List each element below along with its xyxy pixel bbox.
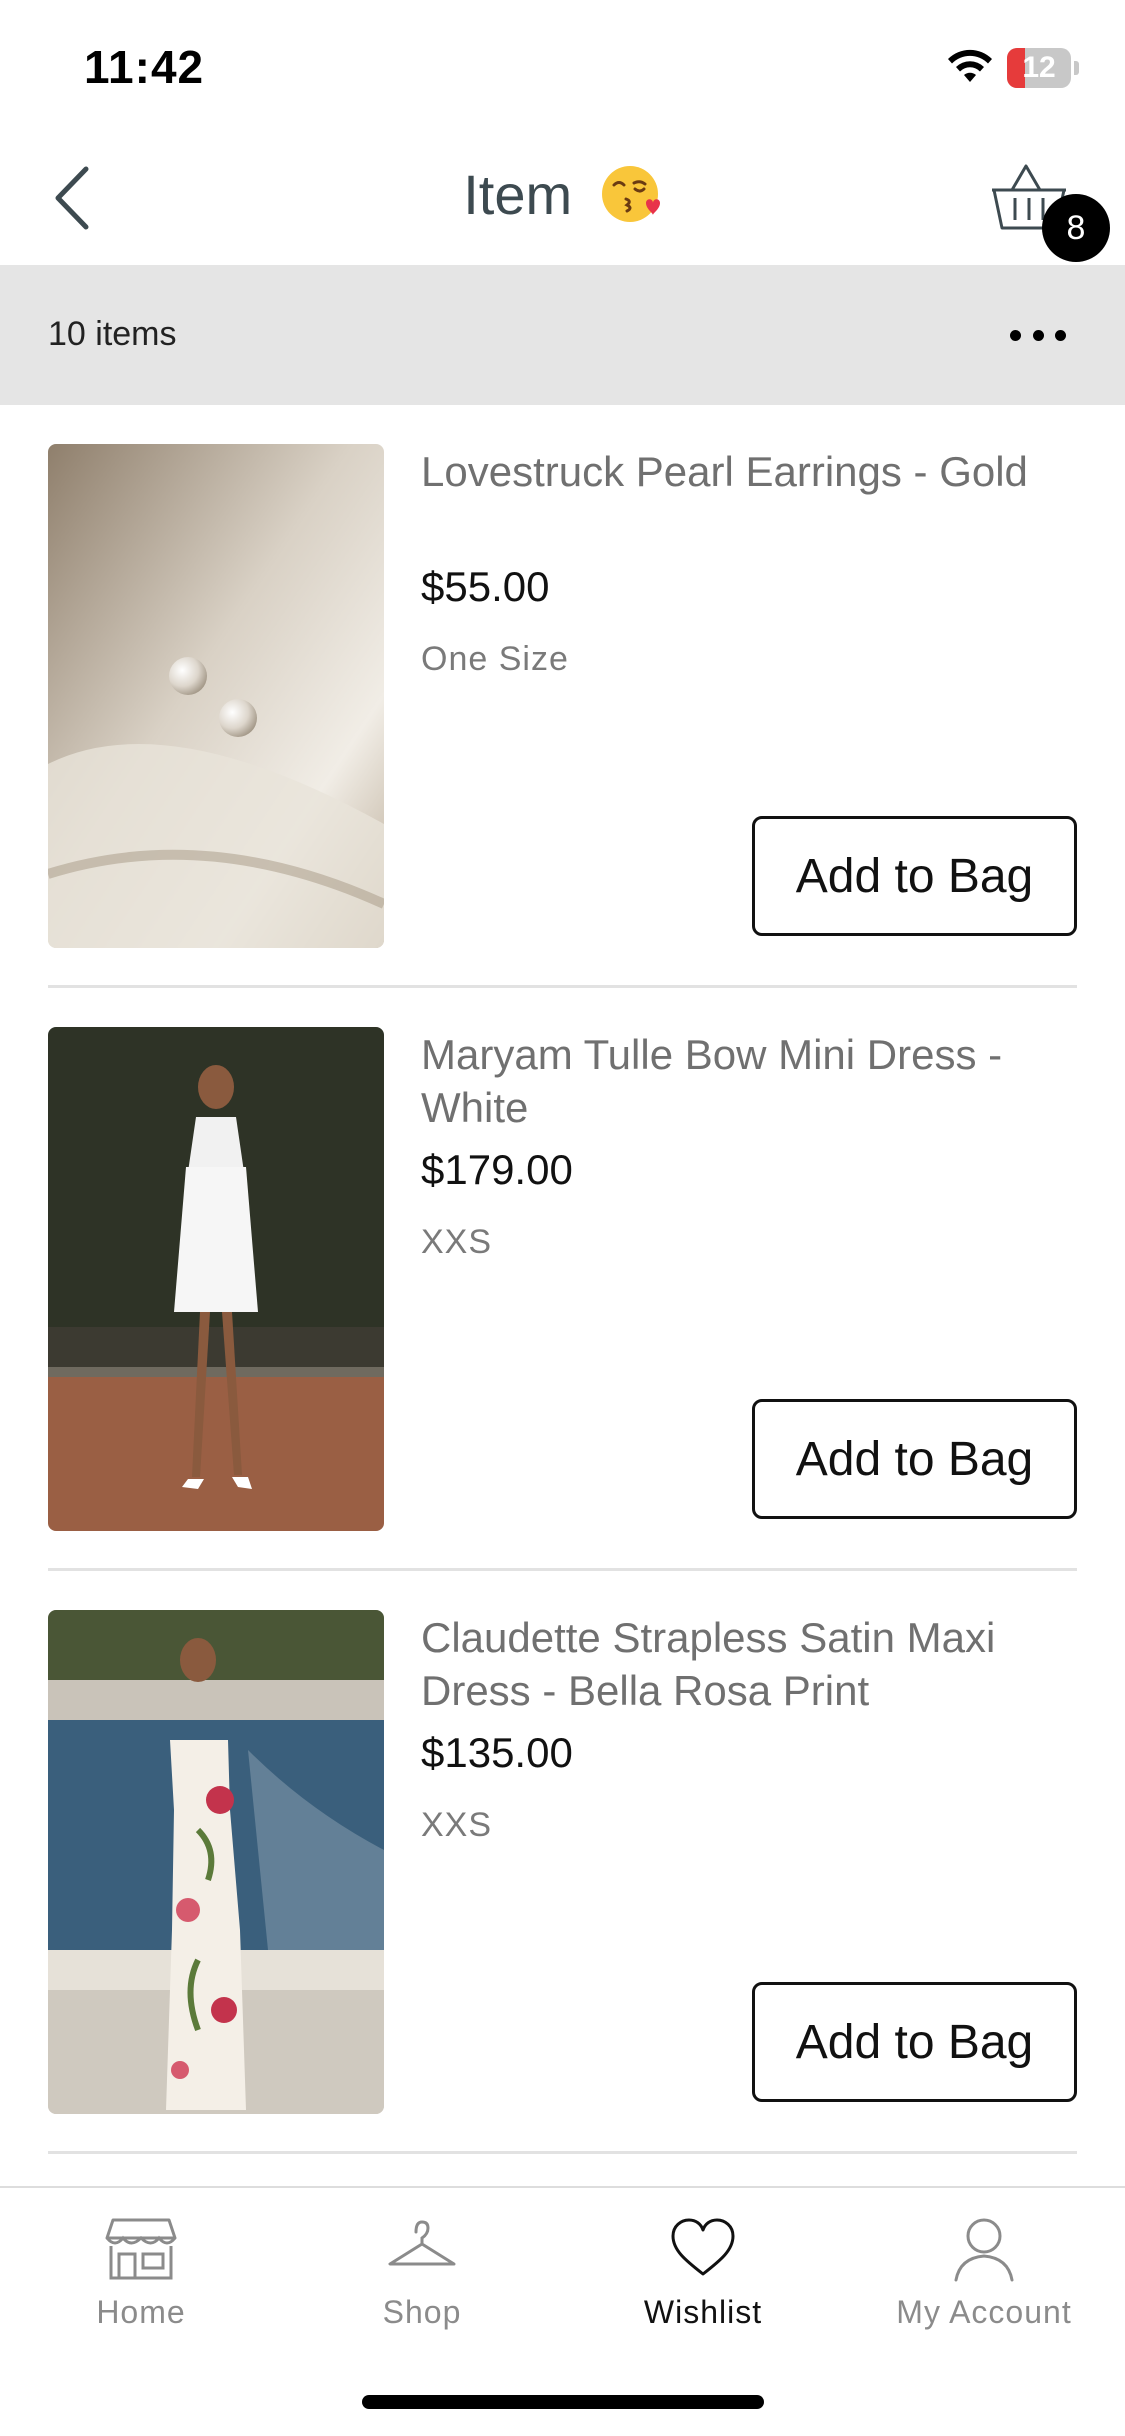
list-item: Maryam Tulle Bow Mini Dress - White $179… (0, 988, 1125, 1571)
product-name[interactable]: Claudette Strapless Satin Maxi Dress - B… (421, 1611, 1081, 1717)
tab-shop[interactable]: Shop (281, 2188, 563, 2358)
tab-label: Home (96, 2294, 186, 2330)
product-price: $135.00 (421, 1729, 573, 1776)
product-photo (48, 1610, 384, 2114)
face-blowing-kiss-icon (601, 166, 660, 223)
product-size: XXS (421, 1223, 493, 1261)
product-price: $55.00 (421, 563, 550, 610)
storefront-icon (105, 2218, 177, 2280)
wifi-icon (948, 49, 992, 82)
status-bar: 11:42 12 (0, 0, 1125, 132)
item-count: 10 items (48, 315, 177, 353)
page-title: Item (0, 162, 1125, 227)
product-size: One Size (421, 640, 569, 678)
list-item: Claudette Strapless Satin Maxi Dress - B… (0, 1571, 1125, 2154)
status-time: 11:42 (84, 41, 205, 93)
tab-home[interactable]: Home (0, 2188, 282, 2358)
page-title-text: Item (463, 163, 573, 226)
add-to-bag-button[interactable]: Add to Bag (752, 1399, 1077, 1519)
battery-indicator: 12 (1007, 48, 1079, 88)
heart-icon (671, 2218, 735, 2276)
header: Item 8 (0, 132, 1125, 264)
product-name[interactable]: Maryam Tulle Bow Mini Dress - White (421, 1028, 1081, 1134)
tab-wishlist[interactable]: Wishlist (562, 2188, 844, 2358)
product-photo (48, 444, 384, 948)
list-item: Lovestruck Pearl Earrings - Gold $55.00 … (0, 405, 1125, 988)
tab-label: Wishlist (643, 2294, 763, 2330)
product-size: XXS (421, 1806, 493, 1844)
product-image-earrings[interactable] (48, 444, 384, 948)
product-name[interactable]: Lovestruck Pearl Earrings - Gold (421, 445, 1081, 498)
battery-level: 12 (1022, 51, 1056, 84)
divider (48, 2151, 1077, 2154)
product-image-maxi-dress[interactable] (48, 1610, 384, 2114)
home-indicator (362, 2395, 764, 2409)
tab-label: My Account (896, 2294, 1072, 2330)
list-toolbar: 10 items (0, 265, 1125, 405)
tab-my-account[interactable]: My Account (843, 2188, 1125, 2358)
product-price: $179.00 (421, 1146, 573, 1193)
product-image-mini-dress[interactable] (48, 1027, 384, 1531)
hanger-icon (388, 2220, 456, 2266)
cart-count-badge: 8 (1042, 194, 1110, 262)
add-to-bag-button[interactable]: Add to Bag (752, 816, 1077, 936)
cart-button[interactable]: 8 (984, 158, 1114, 268)
more-options-button[interactable] (1010, 311, 1066, 359)
person-icon (954, 2218, 1014, 2282)
tab-label: Shop (382, 2294, 462, 2330)
more-horizontal-icon (1010, 329, 1021, 341)
product-photo (48, 1027, 384, 1531)
add-to-bag-button[interactable]: Add to Bag (752, 1982, 1077, 2102)
